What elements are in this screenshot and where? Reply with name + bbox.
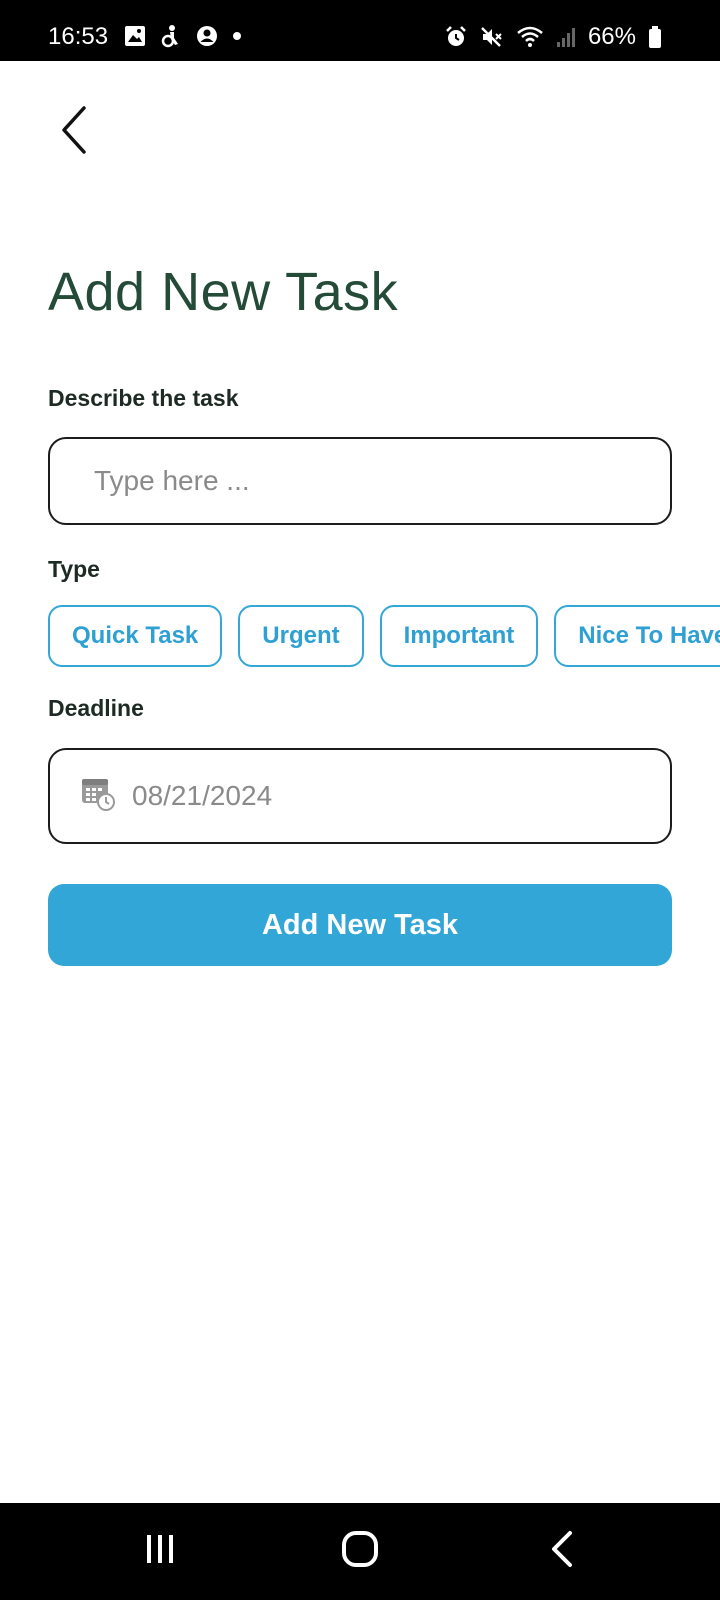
description-input[interactable] [94, 465, 670, 497]
description-label: Describe the task [48, 385, 239, 411]
wifi-icon [516, 25, 544, 49]
page-title: Add New Task [48, 262, 399, 322]
deadline-field[interactable]: 08/21/2024 [48, 748, 672, 844]
description-field[interactable] [48, 437, 672, 525]
chip-urgent[interactable]: Urgent [238, 605, 364, 667]
type-chips: Quick Task Urgent Important Nice To Have [48, 605, 720, 669]
navigation-bar [0, 1503, 720, 1600]
battery-percent: 66% [587, 23, 636, 50]
nav-back-button[interactable] [502, 1503, 622, 1600]
status-time: 16:53 [48, 23, 109, 50]
recents-icon [143, 1533, 177, 1570]
status-bar: 16:53 66% [0, 0, 720, 61]
calendar-clock-icon [80, 776, 116, 817]
battery-icon [648, 25, 662, 49]
mute-icon [480, 25, 504, 49]
account-icon [196, 25, 218, 47]
home-icon [341, 1530, 379, 1573]
alarm-icon [444, 25, 468, 49]
deadline-label: Deadline [48, 695, 144, 721]
status-left-icons [124, 24, 242, 48]
deadline-value: 08/21/2024 [132, 780, 273, 811]
status-right-icons: 66% [444, 22, 662, 52]
chevron-left-icon [58, 105, 90, 160]
type-label: Type [48, 556, 100, 582]
gallery-icon [124, 25, 146, 47]
accessibility-icon [160, 24, 182, 48]
back-icon [550, 1530, 574, 1573]
chip-nice-to-have[interactable]: Nice To Have [554, 605, 720, 667]
dot-icon [232, 31, 242, 41]
add-task-button[interactable]: Add New Task [48, 884, 672, 966]
recents-button[interactable] [100, 1503, 220, 1600]
chip-important[interactable]: Important [379, 605, 539, 667]
signal-icon [556, 26, 576, 48]
chip-quick-task[interactable]: Quick Task [48, 605, 223, 667]
back-button[interactable] [52, 105, 96, 160]
home-button[interactable] [300, 1503, 420, 1600]
